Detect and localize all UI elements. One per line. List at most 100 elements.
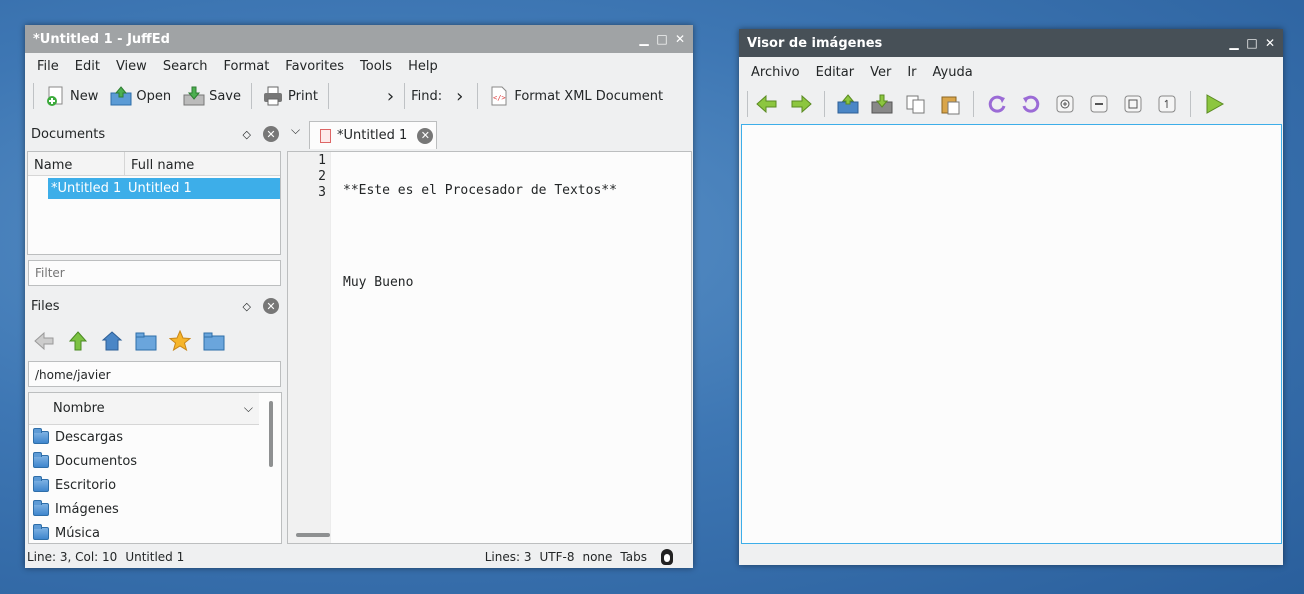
- col-fullname-header[interactable]: Full name: [125, 152, 200, 175]
- menu-ir[interactable]: Ir: [899, 65, 924, 80]
- folder-icon: [33, 523, 49, 540]
- document-icon: [320, 128, 331, 143]
- files-dock: Files ◇ ✕ /home/javier Nombre ⌵ Descarga…: [27, 293, 283, 545]
- viewer-toolbar: [739, 85, 1283, 123]
- star-icon[interactable]: [168, 329, 192, 352]
- find-label: Find:: [411, 88, 443, 104]
- folder-icon: [33, 475, 49, 492]
- documents-list: Name Full name *Untitled 1 Untitled 1: [27, 151, 281, 255]
- menu-view[interactable]: View: [108, 59, 155, 74]
- horizontal-scrollbar[interactable]: [296, 533, 330, 537]
- menu-help[interactable]: Help: [400, 59, 446, 74]
- folder-icon: [33, 427, 49, 444]
- col-name-header[interactable]: Name: [28, 152, 125, 175]
- viewer-titlebar[interactable]: Visor de imágenes ▁ □ ✕: [739, 29, 1283, 57]
- cursor-position: Line: 3, Col: 10: [27, 550, 118, 564]
- close-dock-icon[interactable]: ✕: [263, 298, 279, 314]
- documents-dock: Documents ◇ ✕ Name Full name *Untitled 1…: [27, 121, 283, 289]
- file-item[interactable]: Imágenes: [29, 497, 281, 521]
- close-dock-icon[interactable]: ✕: [263, 126, 279, 142]
- previous-arrow-icon[interactable]: [756, 93, 778, 115]
- editor-line: Muy Bueno: [343, 275, 414, 290]
- image-viewer-window: Visor de imágenes ▁ □ ✕ Archivo Editar V…: [739, 29, 1283, 565]
- open-image-icon[interactable]: [837, 93, 859, 115]
- window-title: *Untitled 1 - JuffEd: [33, 31, 170, 47]
- status-bar: Line: 3, Col: 10 Untitled 1 Lines: 3 UTF…: [25, 546, 693, 568]
- col-nombre-header[interactable]: Nombre: [29, 401, 105, 416]
- print-button[interactable]: Print: [256, 81, 324, 111]
- home-icon[interactable]: [101, 330, 123, 352]
- menubar: File Edit View Search Format Favorites T…: [25, 53, 693, 79]
- paste-icon[interactable]: [939, 93, 961, 115]
- close-icon[interactable]: ✕: [1261, 36, 1279, 50]
- menu-ver[interactable]: Ver: [862, 65, 899, 80]
- main-toolbar: New Open Save Print › Find: › </> Format…: [25, 79, 693, 113]
- folder-icon[interactable]: [203, 330, 225, 352]
- menu-favorites[interactable]: Favorites: [277, 59, 352, 74]
- rotate-counterclockwise-icon[interactable]: [1020, 93, 1042, 115]
- tab-list-chevron-icon[interactable]: ⌵: [291, 123, 300, 138]
- back-arrow-icon[interactable]: [33, 330, 55, 352]
- tab-bar: ⌵ *Untitled 1 ✕: [287, 121, 691, 149]
- file-item[interactable]: Documentos: [29, 449, 281, 473]
- menu-ayuda[interactable]: Ayuda: [925, 65, 981, 80]
- close-tab-icon[interactable]: ✕: [417, 127, 434, 144]
- linux-penguin-icon: [661, 549, 673, 565]
- menu-tools[interactable]: Tools: [352, 59, 400, 74]
- scrollbar[interactable]: [269, 401, 273, 467]
- documents-title: Documents: [31, 126, 106, 142]
- tab-untitled[interactable]: *Untitled 1 ✕: [309, 121, 437, 149]
- copy-icon[interactable]: [905, 93, 927, 115]
- encoding[interactable]: UTF-8: [540, 550, 575, 564]
- new-button[interactable]: New: [38, 81, 104, 111]
- open-button[interactable]: Open: [104, 81, 177, 111]
- slideshow-play-icon[interactable]: [1203, 93, 1225, 115]
- zoom-out-icon[interactable]: [1088, 93, 1110, 115]
- menu-editar[interactable]: Editar: [808, 65, 863, 80]
- toolbar-overflow-icon[interactable]: ›: [387, 86, 394, 107]
- files-title: Files: [31, 298, 60, 314]
- menu-file[interactable]: File: [29, 59, 67, 74]
- viewer-menubar: Archivo Editar Ver Ir Ayuda: [739, 59, 1283, 85]
- file-item[interactable]: Escritorio: [29, 473, 281, 497]
- folder-icon[interactable]: [135, 330, 157, 352]
- editor[interactable]: 1 2 3 **Este es el Procesador de Textos*…: [287, 151, 692, 544]
- save-button[interactable]: Save: [177, 81, 247, 111]
- rotate-clockwise-icon[interactable]: [986, 93, 1008, 115]
- eol-mode[interactable]: none: [582, 550, 612, 564]
- line-number-gutter: 1 2 3: [288, 152, 331, 543]
- float-dock-icon[interactable]: ◇: [243, 300, 251, 313]
- documents-filter-input[interactable]: [28, 260, 281, 286]
- menu-format[interactable]: Format: [215, 59, 277, 74]
- editor-text[interactable]: **Este es el Procesador de Textos** Muy …: [331, 152, 617, 543]
- menu-edit[interactable]: Edit: [67, 59, 108, 74]
- printer-icon: [262, 85, 284, 107]
- zoom-fit-icon[interactable]: [1122, 93, 1144, 115]
- menu-search[interactable]: Search: [155, 59, 216, 74]
- zoom-original-icon[interactable]: [1156, 93, 1178, 115]
- image-canvas[interactable]: [741, 124, 1282, 544]
- indent-mode[interactable]: Tabs: [620, 550, 647, 564]
- up-arrow-icon[interactable]: [67, 330, 89, 352]
- menu-archivo[interactable]: Archivo: [743, 65, 808, 80]
- close-icon[interactable]: ✕: [671, 32, 689, 46]
- minimize-icon[interactable]: ▁: [1225, 36, 1243, 50]
- zoom-in-icon[interactable]: [1054, 93, 1076, 115]
- maximize-icon[interactable]: □: [1243, 36, 1261, 50]
- folder-icon: [33, 499, 49, 516]
- format-xml-button[interactable]: </> Format XML Document: [482, 81, 669, 111]
- open-folder-icon: [110, 85, 132, 107]
- minimize-icon[interactable]: ▁: [635, 32, 653, 46]
- float-dock-icon[interactable]: ◇: [243, 128, 251, 141]
- juffed-titlebar[interactable]: *Untitled 1 - JuffEd ▁ □ ✕: [25, 25, 693, 53]
- next-arrow-icon[interactable]: [790, 93, 812, 115]
- path-input[interactable]: /home/javier: [28, 361, 281, 387]
- chevron-down-icon[interactable]: ⌵: [244, 401, 253, 416]
- maximize-icon[interactable]: □: [653, 32, 671, 46]
- save-image-icon[interactable]: [871, 93, 893, 115]
- file-item[interactable]: Música: [29, 521, 281, 543]
- file-item[interactable]: Descargas: [29, 425, 281, 449]
- find-overflow-icon[interactable]: ›: [456, 86, 463, 107]
- document-row[interactable]: *Untitled 1 Untitled 1: [48, 178, 280, 199]
